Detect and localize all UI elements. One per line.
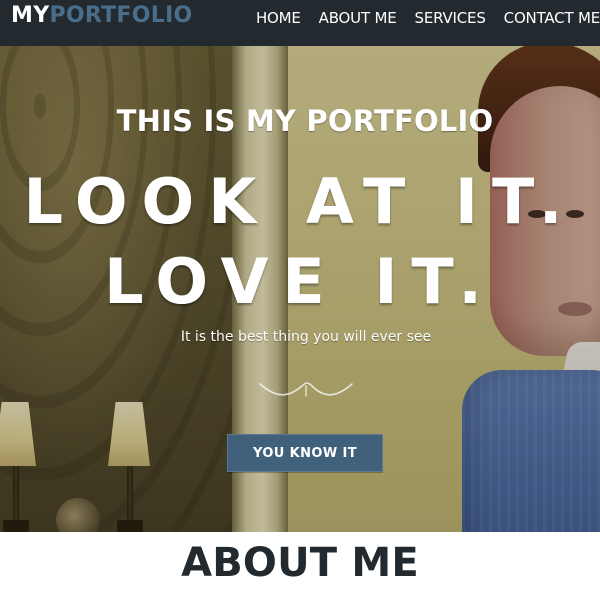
hero-title-line-1: LOOK AT IT. <box>23 165 577 238</box>
nav-link-services[interactable]: SERVICES <box>415 9 486 27</box>
nav-link-home[interactable]: HOME <box>256 9 301 27</box>
hero-section: THIS IS MY PORTFOLIO LOOK AT IT. LOVE IT… <box>0 46 600 532</box>
hero-kicker: THIS IS MY PORTFOLIO <box>116 104 494 138</box>
about-heading: ABOUT ME <box>181 540 419 586</box>
hero-title-line-2: LOVE IT. <box>104 245 496 318</box>
nav-link-contact-me[interactable]: CONTACT ME <box>504 9 600 27</box>
nav-links: HOME ABOUT ME SERVICES CONTACT ME <box>238 0 600 36</box>
you-know-it-button[interactable]: YOU KNOW IT <box>227 434 383 472</box>
site-logo[interactable]: MYPORTFOLIO <box>11 3 193 29</box>
top-navbar: MYPORTFOLIO HOME ABOUT ME SERVICES CONTA… <box>0 0 600 46</box>
portfolio-page: MYPORTFOLIO HOME ABOUT ME SERVICES CONTA… <box>0 0 600 600</box>
hero-title: LOOK AT IT. LOVE IT. <box>0 162 600 322</box>
hero-text-block: THIS IS MY PORTFOLIO LOOK AT IT. LOVE IT… <box>0 46 600 532</box>
hero-subtitle: It is the best thing you will ever see <box>180 329 432 345</box>
hero-divider-curve <box>259 382 353 397</box>
logo-part-my: MY <box>11 3 50 28</box>
logo-part-portfolio: PORTFOLIO <box>49 3 193 28</box>
nav-link-about-me[interactable]: ABOUT ME <box>319 9 397 27</box>
